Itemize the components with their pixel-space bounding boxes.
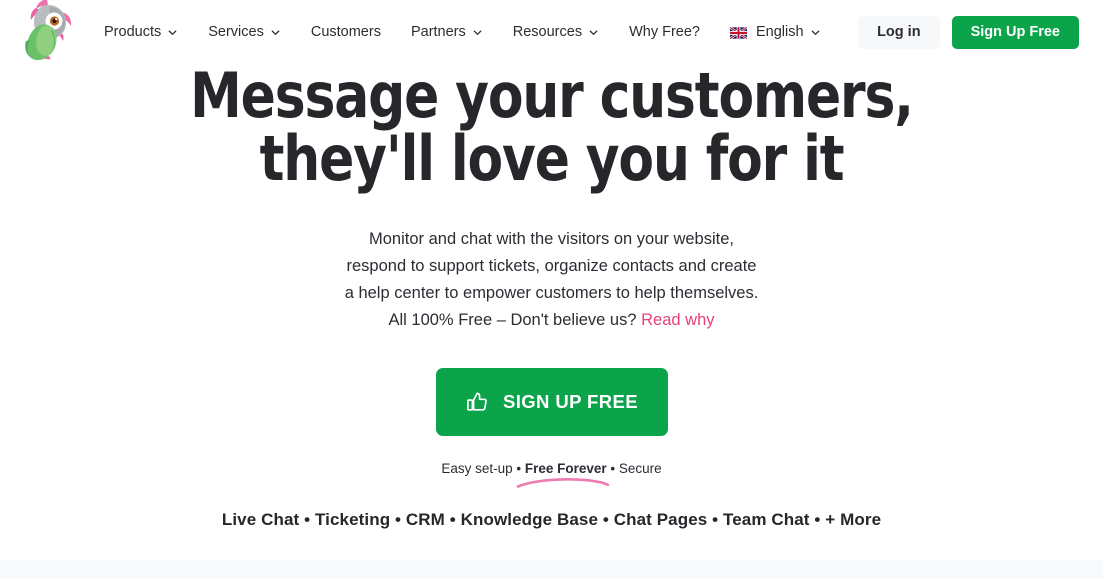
primary-nav-links: Products Services Customers Partners Res…: [104, 22, 837, 42]
nav-item-customers[interactable]: Customers: [311, 22, 397, 42]
read-why-link[interactable]: Read why: [641, 311, 714, 329]
headline-line-1: Message your customers,: [190, 59, 914, 132]
login-button[interactable]: Log in: [858, 16, 940, 49]
chevron-down-icon: [472, 27, 483, 38]
assurance-pre: Easy set-up •: [441, 461, 525, 477]
signup-free-button[interactable]: Sign Up Free: [951, 16, 1079, 49]
nav-item-label: Resources: [512, 24, 583, 40]
uk-flag-icon: [730, 27, 747, 39]
hero-subtitle: Monitor and chat with the visitors on yo…: [0, 190, 1103, 334]
subtitle-line-4-text: All 100% Free – Don't believe us?: [388, 311, 637, 330]
subtitle-line-1: Monitor and chat with the visitors on yo…: [368, 230, 734, 249]
page-title: Message your customers, they'll love you…: [39, 64, 1065, 196]
subtitle-line-2: respond to support tickets, organize con…: [346, 257, 757, 276]
language-label: English: [756, 24, 804, 40]
parrot-icon: [25, 0, 72, 61]
chevron-down-icon: [588, 27, 599, 38]
chevron-down-icon: [810, 27, 821, 38]
hero-section: Message your customers, they'll love you…: [0, 64, 1103, 530]
thumbs-up-icon: [465, 390, 489, 414]
nav-item-label: Why Free?: [629, 24, 700, 40]
parrot-mascot-logo[interactable]: [16, 0, 78, 62]
nav-item-partners[interactable]: Partners: [411, 22, 499, 42]
features-list: Live Chat • Ticketing • CRM • Knowledge …: [221, 510, 882, 530]
signup-free-cta-button[interactable]: SIGN UP FREE: [435, 368, 668, 437]
nav-item-resources[interactable]: Resources: [513, 22, 615, 42]
nav-item-label: Products: [104, 24, 162, 40]
chevron-down-icon: [270, 27, 281, 38]
nav-item-products[interactable]: Products: [104, 22, 194, 42]
nav-item-label: Customers: [310, 24, 381, 40]
cta-container: SIGN UP FREE: [0, 334, 1103, 437]
subtitle-line-4: All 100% Free – Don't believe us? Read w…: [0, 307, 1103, 334]
subtitle-line-3: a help center to empower customers to he…: [344, 284, 759, 303]
next-section-divider-band: [0, 560, 1103, 579]
assurance-highlight: Free Forever: [524, 461, 607, 477]
nav-item-services[interactable]: Services: [208, 22, 297, 42]
nav-item-label: Services: [208, 24, 264, 40]
nav-actions: Log in Sign Up Free: [858, 16, 1079, 49]
cta-label: SIGN UP FREE: [502, 391, 638, 413]
assurance-line: Easy set-up • Free Forever • Secure: [0, 436, 1103, 489]
nav-item-label: Partners: [410, 24, 466, 40]
assurance-post: • Secure: [606, 461, 662, 477]
chevron-down-icon: [167, 27, 178, 38]
headline-line-2: they'll love you for it: [259, 122, 845, 196]
nav-item-why-free[interactable]: Why Free?: [629, 22, 716, 42]
top-navigation-bar: Products Services Customers Partners Res…: [0, 0, 1103, 64]
nav-item-language-selector[interactable]: English: [730, 22, 837, 42]
